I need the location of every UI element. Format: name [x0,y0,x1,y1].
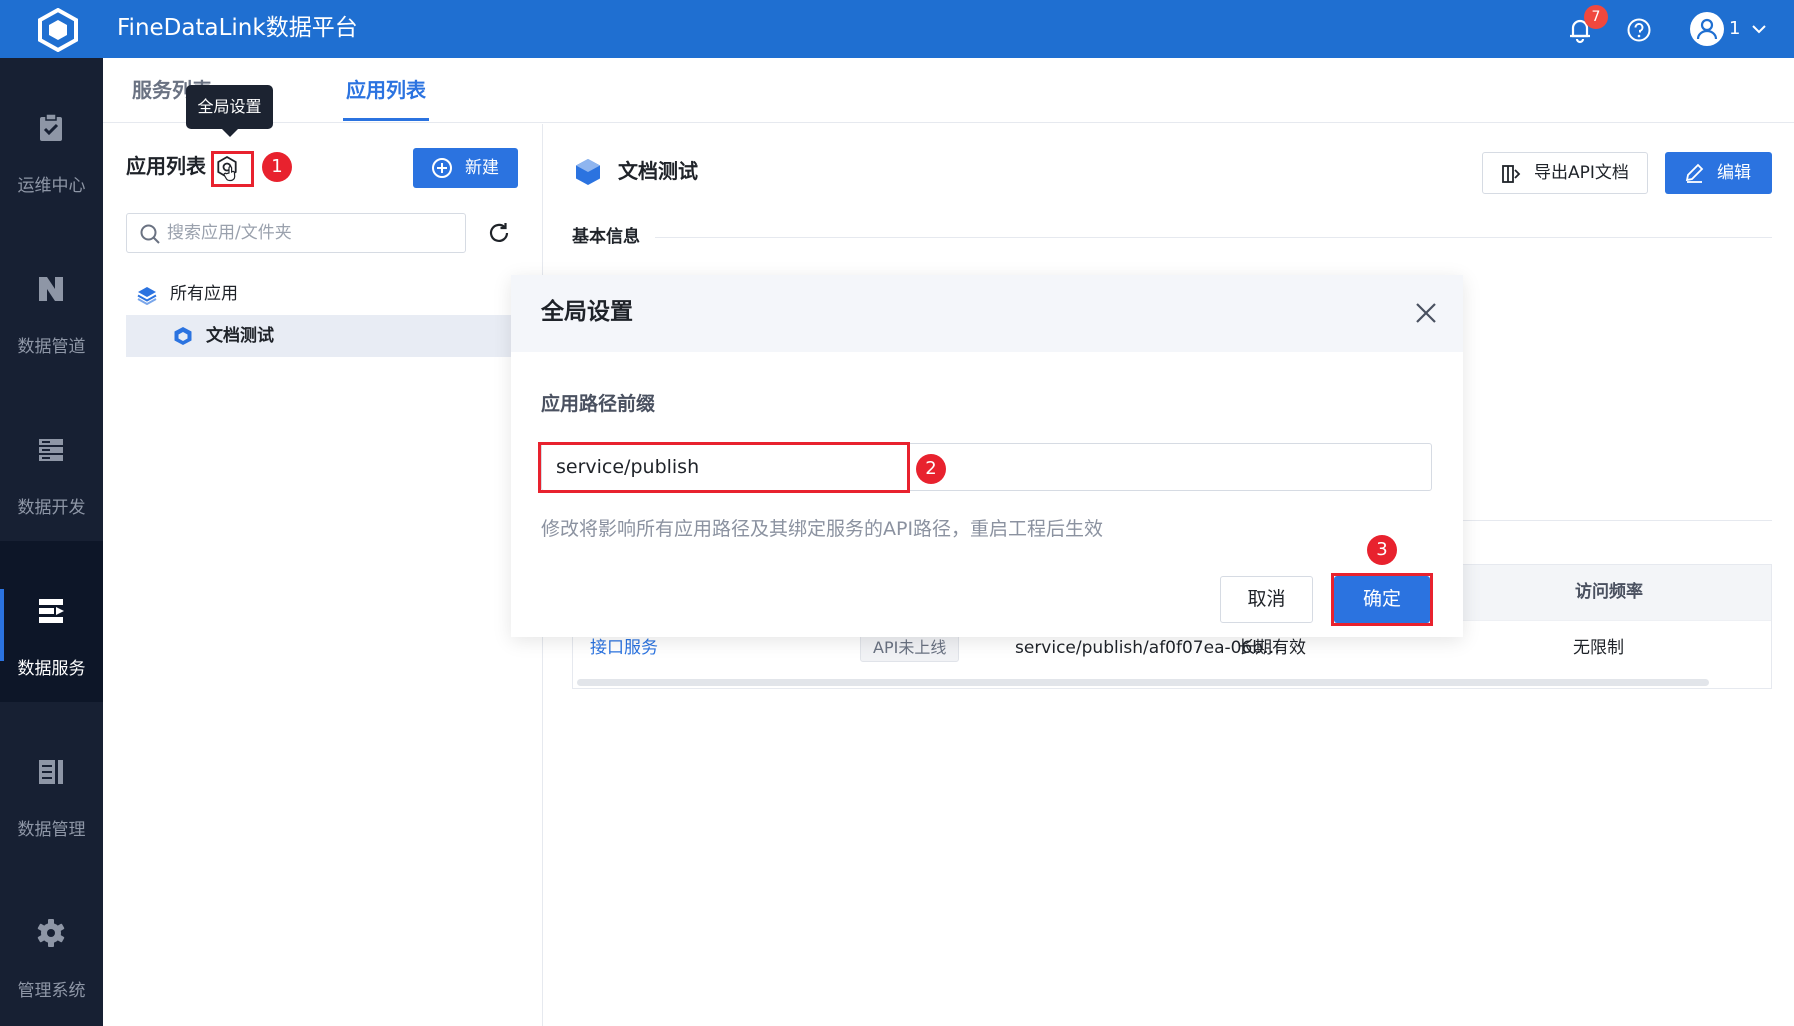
search-icon [140,224,160,244]
validity: 长期有效 [1238,638,1306,658]
tree-item-all-apps[interactable]: 所有应用 [126,276,546,314]
server-stack-icon [39,439,63,461]
export-button-label: 导出API文档 [1534,163,1629,183]
status-badge: API未上线 [860,634,960,662]
nav-item-admin-system[interactable]: 管理系统 [0,863,103,1024]
export-icon [1502,165,1521,183]
dialog-title: 全局设置 [541,299,633,325]
step-badge: 1 [262,152,292,182]
nav-item-ops-center[interactable]: 运维中心 [0,58,103,219]
chevron-down-icon[interactable] [1750,20,1768,38]
field-hint: 修改将影响所有应用路径及其绑定服务的API路径，重启工程后生效 [541,518,1104,540]
app-title: 文档测试 [618,159,698,183]
gear-icon [37,919,65,947]
horizontal-scrollbar[interactable] [577,679,1709,686]
nav-label: 数据管道 [17,337,86,357]
close-icon[interactable] [1412,299,1440,327]
cube-icon [174,327,192,345]
pipeline-icon [39,277,63,301]
search-box [126,213,466,253]
column-header-rate: 访问频率 [1575,582,1643,602]
tree-item-doc-test[interactable]: 文档测试 [126,315,543,357]
user-icon [1696,18,1718,40]
layers-icon [137,287,157,305]
app-title: FineDataLink数据平台 [117,15,358,41]
global-settings-dialog: 全局设置 应用路径前缀 2 修改将影响所有应用路径及其绑定服务的API路径，重启… [511,275,1463,637]
new-app-button[interactable]: 新建 [413,148,518,188]
panel-title: 应用列表 [126,154,206,178]
nav-label: 数据管理 [17,820,86,840]
user-name[interactable]: 1 [1729,17,1740,41]
edit-button[interactable]: 编辑 [1665,152,1772,194]
step-badge: 2 [916,454,946,484]
edit-button-label: 编辑 [1717,163,1751,183]
export-api-doc-button[interactable]: 导出API文档 [1482,152,1648,194]
access-rate: 无限制 [1573,638,1624,658]
logo-icon [38,8,78,52]
notification-badge: 7 [1584,5,1608,29]
step-highlight-box [538,442,910,493]
field-label: 应用路径前缀 [541,393,656,415]
section-divider [655,237,1772,238]
api-service-icon [39,599,64,623]
step-badge: 3 [1367,535,1397,565]
top-bar: FineDataLink数据平台 7 1 [0,0,1794,58]
nav-label: 管理系统 [17,981,86,1001]
tree-label: 所有应用 [170,284,238,304]
nav-item-data-manage[interactable]: 数据管理 [0,702,103,863]
nav-label: 运维中心 [17,176,86,196]
cancel-button[interactable]: 取消 [1220,576,1313,623]
search-input[interactable] [167,214,457,252]
cube-icon [576,159,600,185]
user-avatar[interactable] [1690,12,1724,46]
nav-label: 数据服务 [17,659,86,679]
tab-app-list[interactable]: 应用列表 [346,76,426,104]
plus-circle-icon [432,158,452,178]
refresh-icon[interactable] [486,220,512,246]
dialog-header: 全局设置 [511,275,1463,352]
data-manage-icon [39,760,63,784]
pencil-icon [1685,163,1704,183]
service-name-link[interactable]: 接口服务 [590,635,658,661]
new-button-label: 新建 [465,158,499,178]
nav-item-data-service[interactable]: 数据服务 [0,541,103,702]
help-icon[interactable] [1626,17,1652,43]
section-title-basic-info: 基本信息 [572,227,640,247]
clipboard-check-icon [40,113,62,141]
nav-item-data-pipeline[interactable]: 数据管道 [0,219,103,380]
global-settings-tooltip: 全局设置 [186,85,273,137]
step-highlight-box [211,151,254,187]
step-highlight-box [1331,573,1433,626]
app-list-panel: 应用列表 1 新建 所有应用 [103,124,543,1026]
nav-item-data-dev[interactable]: 数据开发 [0,380,103,541]
tree-label: 文档测试 [206,326,274,346]
tab-bar: 服务列表 应用列表 [103,58,1794,123]
active-tab-indicator [343,118,429,121]
left-nav: 运维中心 数据管道 数据开发 数据服务 数据管理 管理系统 [0,58,103,1026]
nav-label: 数据开发 [17,498,86,518]
